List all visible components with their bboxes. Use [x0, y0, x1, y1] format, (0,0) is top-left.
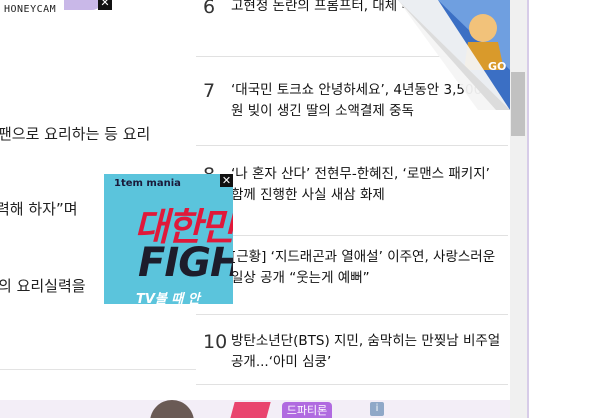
rank-number: 7 [203, 80, 216, 102]
scrollbar-thumb[interactable] [511, 72, 525, 136]
banner-shape [229, 402, 271, 418]
rank-divider [196, 314, 508, 315]
scrollbar[interactable] [510, 0, 527, 418]
rank-number: 10 [203, 331, 228, 353]
ad-close-icon[interactable]: ✕ [220, 174, 233, 187]
curl-go-label[interactable]: GO [488, 60, 506, 73]
ad-info-icon[interactable]: i [370, 402, 384, 416]
right-margin [527, 0, 592, 418]
rank-title[interactable]: ‘나 혼자 산다’ 전현무-한혜진, ‘로맨스 패키지’ 함께 진행한 사실 새… [231, 164, 503, 206]
article-line-2: 력해 하자”며 [0, 200, 78, 218]
rank-title[interactable]: 방탄소년단(BTS) 지민, 숨막히는 만찢남 비주얼 공개...‘아미 심쿵’ [231, 331, 503, 373]
rank-number: 6 [203, 0, 216, 18]
banner-badge: 드파티론 [282, 402, 332, 418]
banner-portrait [150, 400, 194, 418]
ad-subtext: TV볼 때 안 [136, 292, 200, 304]
floating-ad[interactable]: 1tem mania 대한민 FIGH TV볼 때 안 [104, 174, 233, 304]
article-line-1: 팬으로 요리하는 등 요리 [0, 125, 151, 143]
rank-divider [196, 384, 508, 385]
watermark: HONEYCAM [4, 4, 57, 15]
rank-divider [196, 145, 508, 146]
top-thumbnail[interactable] [64, 0, 102, 10]
bottom-banner-ad[interactable]: 드파티론 [0, 400, 510, 418]
rank-title[interactable]: [근황] ‘지드래곤과 열애설’ 이주연, 사랑스러운 일상 공개 “웃는게 예… [231, 247, 503, 289]
ad-fight-text: FIGH [138, 240, 233, 286]
divider [0, 369, 196, 370]
rank-divider [196, 235, 508, 236]
ad-brand-logo: 1tem mania [114, 178, 181, 189]
right-border [527, 0, 529, 418]
top-close-icon[interactable]: ✕ [98, 0, 112, 10]
page-curl-ad[interactable] [398, 0, 510, 110]
article-line-3: 의 요리실력을 [0, 277, 86, 295]
